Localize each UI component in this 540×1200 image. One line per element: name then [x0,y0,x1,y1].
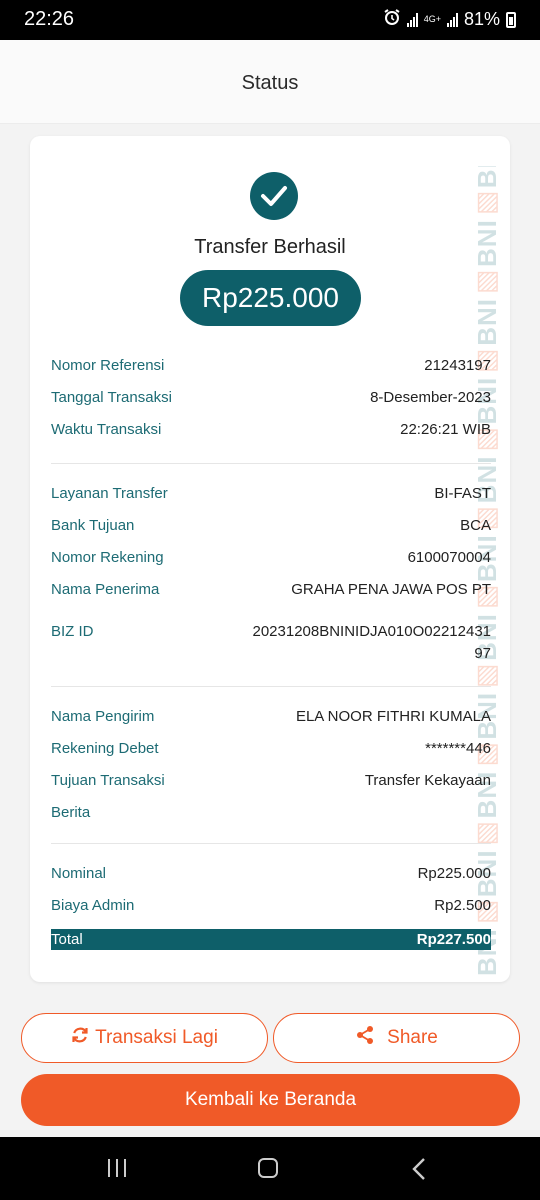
back-icon[interactable] [412,1157,426,1186]
share-label: Share [387,1027,438,1048]
section-divider [51,463,491,464]
row-label: Nama Pengirim [51,708,155,725]
watermark-text: BNI [472,297,502,346]
system-status-bar: 22:26 4G+ 81% [0,0,540,40]
status-title: Transfer Berhasil [194,236,346,258]
row-label: Tanggal Transaksi [51,389,172,406]
receipt-card: BNI▨BNI▨BNI▨BNI▨BNI▨BNI▨BNI▨BNI▨BNI▨BNI▨… [30,136,510,982]
amount-badge: Rp225.000 [180,270,361,326]
row-value: 8-Desember-2023 [370,389,491,406]
row-label: Nominal [51,865,107,882]
recents-icon[interactable] [108,1159,126,1177]
battery-percent: 81% [463,9,500,29]
network-type: 4G+ [423,14,441,24]
share-button[interactable]: Share [273,1013,520,1063]
row-value: 21243197 [424,357,491,374]
row-value: *******446 [425,740,491,757]
row-label: Nomor Rekening [51,549,164,566]
status-time: 22:26 [24,8,75,30]
watermark-text: BNI [472,166,502,188]
row-label: BIZ ID [51,623,94,640]
page-title: Status [241,72,299,94]
battery-icon [506,11,516,28]
row-value: BCA [460,517,491,534]
section-divider [51,843,491,844]
row-label: Nama Penerima [51,581,160,598]
row-label: Layanan Transfer [51,485,168,502]
section-divider [51,686,491,687]
row-value: Rp225.000 [417,865,491,882]
row-label: Rekening Debet [51,740,159,757]
repeat-transaction-button[interactable]: Transaksi Lagi [21,1013,268,1063]
total-label: Total [51,931,83,948]
row-label: Nomor Referensi [51,357,165,374]
row-label: Bank Tujuan [51,517,135,534]
repeat-transaction-label: Transaksi Lagi [95,1027,218,1048]
row-label: Tujuan Transaksi [51,772,165,789]
row-label: Biaya Admin [51,897,135,914]
row-value: ELA NOOR FITHRI KUMALA [295,708,491,725]
row-value: Rp2.500 [434,897,491,914]
total-row: Total Rp227.500 [51,929,491,950]
watermark-mark-icon: ▨ [472,818,502,850]
refresh-icon [71,1026,89,1050]
app-header: Status [0,40,540,124]
signal-icon-2 [446,12,458,27]
row-label: Berita [51,804,91,821]
watermark-mark-icon: ▨ [472,660,502,692]
row-value: GRAHA PENA JAWA POS PT [291,581,491,598]
row-value: 22:26:21 WIB [400,421,491,438]
watermark-mark-icon: ▨ [472,188,502,220]
row-value: 6100070004 [407,549,491,566]
bni-watermark: BNI▨BNI▨BNI▨BNI▨BNI▨BNI▨BNI▨BNI▨BNI▨BNI▨… [472,166,502,976]
alarm-icon [383,8,401,31]
status-icons: 4G+ 81% [383,8,516,31]
row-label: Waktu Transaksi [51,421,162,438]
row-value: 20231208BNINIDJA010O0221243197 [252,623,491,662]
back-to-home-button[interactable]: Kembali ke Beranda [21,1074,520,1126]
watermark-mark-icon: ▨ [472,266,502,298]
total-value: Rp227.500 [416,931,491,948]
success-check-icon [250,172,298,220]
system-nav-bar [0,1137,540,1200]
row-value: BI-FAST [434,485,491,502]
home-icon[interactable] [258,1158,278,1178]
share-icon [355,1025,375,1051]
signal-icon [406,12,418,27]
row-value: Transfer Kekayaan [364,772,491,789]
